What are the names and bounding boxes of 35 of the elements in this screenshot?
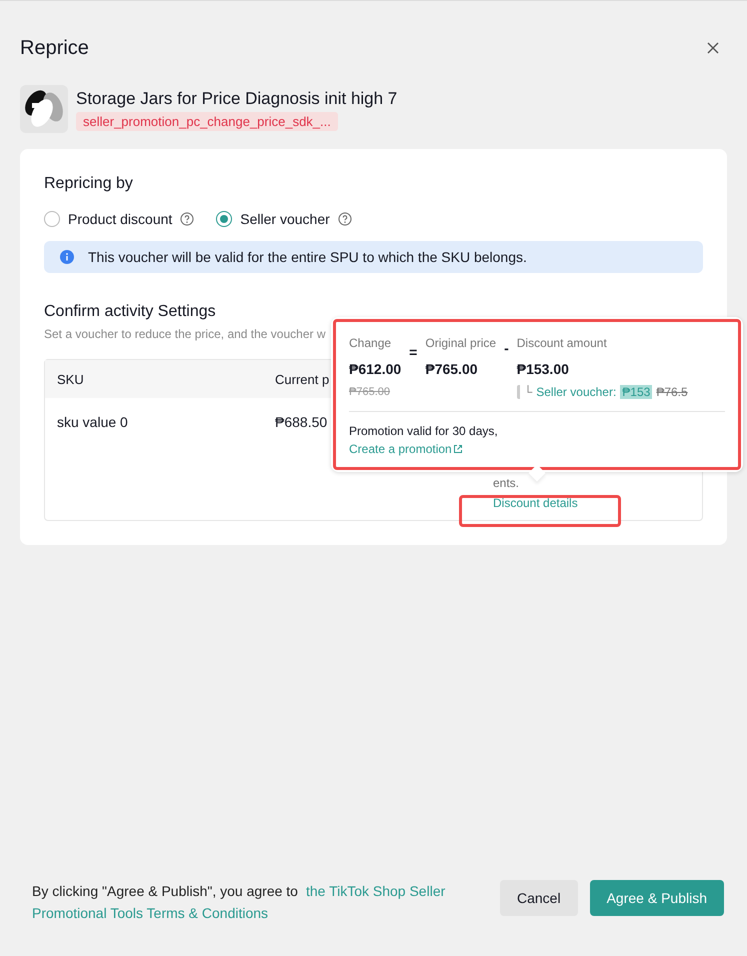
table-cell: ₱688.50: [275, 414, 328, 430]
operator: -: [504, 340, 509, 358]
promotion-note: Promotion valid for 30 days,: [349, 424, 499, 438]
voucher-value: ₱153: [620, 385, 652, 399]
create-promotion-link[interactable]: Create a promotion: [349, 442, 463, 456]
terms-link[interactable]: the TikTok Shop Seller: [306, 880, 446, 902]
section-title: Repricing by: [44, 175, 134, 193]
table-cell: sku value 0: [57, 414, 128, 430]
section-subtitle: Set a voucher to reduce the price, and the voucher w: [44, 327, 326, 341]
publish-button[interactable]: Agree & Publish: [590, 880, 724, 916]
dialog-title: Reprice: [20, 36, 89, 60]
terms-text: By clicking "Agree & Publish", you agree to: [32, 882, 298, 901]
radio-option[interactable]: Product discount: [44, 211, 194, 227]
term-label: Discount amount: [516, 336, 608, 350]
term-value: ₱612.00: [349, 361, 402, 377]
section-title: Confirm activity Settings: [44, 303, 217, 321]
product-tag: seller_promotion_pc_change_price_sdk_...: [76, 112, 338, 131]
cancel-button[interactable]: Cancel: [500, 880, 578, 916]
old-price: ₱765.00: [349, 386, 391, 398]
terms-link[interactable]: Promotional Tools Terms & Conditions: [32, 902, 268, 924]
column-header: SKU: [57, 372, 84, 386]
term-label: Change: [349, 336, 392, 350]
voucher-label: Seller voucher:: [536, 385, 616, 399]
table-cell: ents.: [493, 476, 520, 490]
column-header: Current p: [275, 372, 330, 386]
term-value: ₱153.00: [516, 361, 570, 377]
discount-details-link[interactable]: Discount details: [493, 496, 578, 510]
radio-option[interactable]: Seller voucher: [216, 211, 352, 227]
info-text: This voucher will be valid for the entire SPU to which the SKU belongs.: [88, 249, 527, 265]
old-price: ₱76.5: [656, 385, 688, 399]
branch-mark: └: [524, 385, 532, 399]
term-value: ₱765.00: [425, 361, 479, 377]
term-label: Original price: [425, 336, 496, 350]
operator: =: [409, 344, 418, 362]
product-name: Storage Jars for Price Diagnosis init high 7: [76, 89, 398, 109]
